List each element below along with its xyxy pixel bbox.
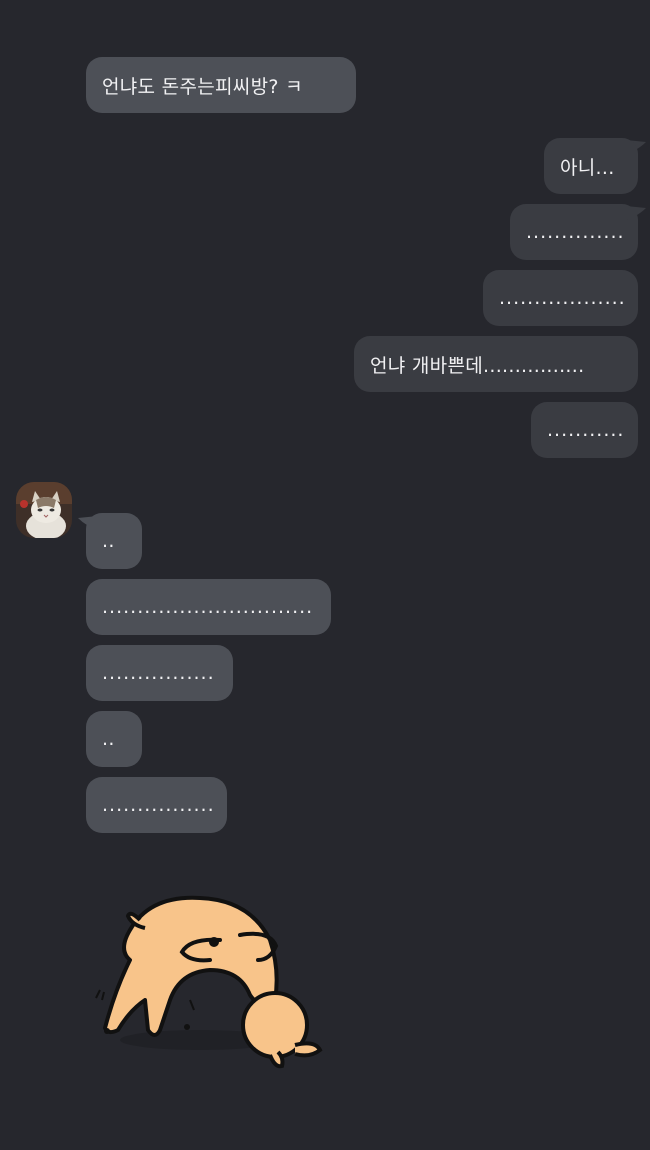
message-text: .. [102, 530, 115, 552]
message-text: 아니... [560, 156, 615, 179]
contact-avatar[interactable] [16, 482, 72, 538]
message-bubble-outgoing[interactable]: .................. [483, 270, 638, 326]
message-bubble-incoming[interactable]: ................ [86, 777, 227, 833]
bubble-tail [626, 206, 646, 220]
message-bubble-outgoing[interactable]: .............. [510, 204, 638, 260]
message-bubble-outgoing[interactable]: 언냐 개바쁜데................ [354, 336, 638, 392]
message-text: ........... [547, 419, 625, 441]
message-bubble-incoming[interactable]: .. [86, 513, 142, 569]
message-text: 언냐 개바쁜데................ [370, 354, 585, 377]
message-text: ................ [102, 662, 215, 684]
message-bubble-outgoing[interactable]: ........... [531, 402, 638, 458]
message-text: .............. [526, 221, 625, 243]
message-bubble-incoming[interactable]: .. [86, 711, 142, 767]
message-text: ................ [102, 794, 215, 816]
bowing-dog-sticker-icon[interactable] [90, 890, 330, 1084]
message-bubble-incoming[interactable]: ................ [86, 645, 233, 701]
message-bubble-incoming[interactable]: .............................. [86, 579, 331, 635]
message-text: .. [102, 728, 115, 750]
message-text: 언냐도 돈주는피씨방? ㅋ [102, 75, 303, 98]
message-text: .................. [499, 287, 626, 309]
message-text: .............................. [102, 596, 314, 618]
message-bubble-incoming[interactable]: 언냐도 돈주는피씨방? ㅋ [86, 57, 356, 113]
cat-photo-avatar-icon [16, 482, 72, 538]
message-bubble-outgoing[interactable]: 아니... [544, 138, 638, 194]
